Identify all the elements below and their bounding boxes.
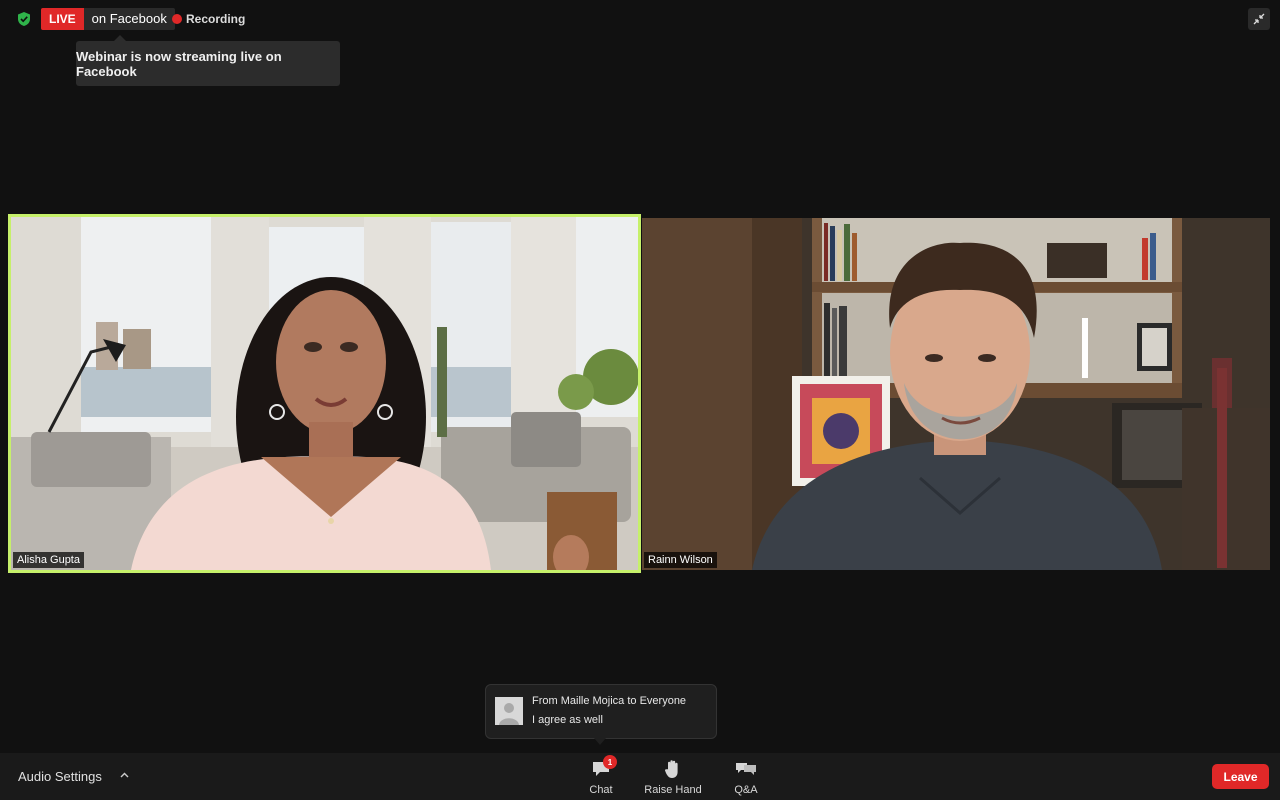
participant-name-tag: Alisha Gupta [13, 552, 84, 568]
exit-fullscreen-icon [1253, 13, 1265, 25]
exit-fullscreen-button[interactable] [1248, 8, 1270, 30]
chat-sender: From Maille Mojica to Everyone [532, 695, 687, 707]
participant-video [642, 218, 1270, 570]
chat-button[interactable]: 1 Chat [582, 755, 620, 797]
raise-hand-label: Raise Hand [644, 784, 702, 796]
video-tile-active-speaker[interactable]: Alisha Gupta [8, 214, 641, 573]
avatar [495, 697, 523, 725]
qa-label: Q&A [734, 784, 758, 796]
streaming-tooltip: Webinar is now streaming live on Faceboo… [76, 35, 340, 86]
encryption-shield-icon[interactable] [12, 8, 36, 30]
meeting-toolbar: Audio Settings 1 Chat Raise Hand Q&A Lea… [0, 753, 1280, 800]
participant-video [11, 217, 638, 570]
meeting-window: LIVE on Facebook Recording Webinar is no… [0, 0, 1280, 800]
raise-hand-button[interactable]: Raise Hand [640, 757, 706, 797]
participant-name-tag: Rainn Wilson [644, 552, 717, 568]
recording-label: Recording [186, 12, 246, 26]
chat-message: I agree as well [532, 714, 603, 726]
leave-button[interactable]: Leave [1212, 764, 1269, 789]
unread-badge: 1 [603, 755, 617, 769]
video-tile[interactable]: Rainn Wilson [642, 218, 1270, 570]
qa-icon [735, 757, 757, 781]
live-stream-indicator[interactable]: LIVE on Facebook [41, 8, 175, 30]
live-destination: on Facebook [83, 8, 175, 30]
chevron-up-icon[interactable] [118, 769, 130, 781]
raise-hand-icon [664, 757, 682, 781]
recording-indicator: Recording [172, 8, 245, 30]
chat-notification[interactable]: From Maille Mojica to Everyone I agree a… [485, 684, 717, 745]
recording-dot-icon [172, 14, 182, 24]
chat-label: Chat [589, 784, 613, 796]
audio-settings-button[interactable]: Audio Settings [18, 753, 102, 800]
live-badge: LIVE [41, 8, 84, 30]
chat-icon: 1 [591, 755, 617, 781]
qa-button[interactable]: Q&A [728, 757, 764, 797]
